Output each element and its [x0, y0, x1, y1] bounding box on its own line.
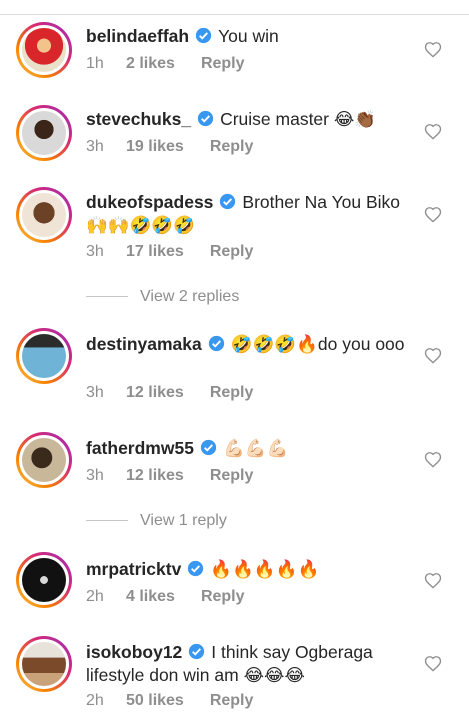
top-divider [0, 14, 469, 15]
timestamp: 1h [86, 55, 104, 72]
comment-text: belindaeffah You win [86, 25, 416, 48]
reply-button[interactable]: Reply [210, 692, 254, 710]
comment-meta: 3h 12 likes Reply [86, 467, 253, 485]
avatar[interactable] [16, 552, 72, 608]
comment-body: 🔥🔥🔥🔥🔥 [210, 559, 320, 579]
username[interactable]: fatherdmw55 [86, 438, 194, 458]
verified-badge-icon [208, 335, 224, 352]
heart-outline-icon[interactable] [424, 123, 442, 140]
verified-badge-icon [197, 110, 214, 127]
comment-text: destinyamaka 🤣🤣🤣🔥do you ooo [86, 333, 416, 356]
comment-meta: 3h 17 likes Reply [86, 243, 253, 261]
timestamp: 3h [86, 243, 104, 260]
timestamp: 3h [86, 138, 104, 155]
username[interactable]: mrpatricktv [86, 559, 181, 579]
comment-meta: 3h 19 likes Reply [86, 138, 253, 156]
username[interactable]: belindaeffah [86, 26, 189, 46]
reply-button[interactable]: Reply [210, 243, 254, 261]
username[interactable]: dukeofspadess [86, 192, 213, 212]
comment-body: 💪🏻💪🏻💪🏻 [222, 438, 289, 458]
avatar[interactable] [16, 636, 72, 692]
comment-text: mrpatricktv 🔥🔥🔥🔥🔥 [86, 558, 416, 581]
likes-count[interactable]: 19 likes [126, 138, 184, 156]
heart-outline-icon[interactable] [424, 451, 442, 468]
comment-body: 🤣🤣🤣🔥do you ooo [230, 334, 405, 354]
avatar[interactable] [16, 187, 72, 243]
verified-badge-icon [195, 27, 212, 44]
reply-divider-line [86, 520, 128, 522]
likes-count[interactable]: 12 likes [126, 467, 184, 485]
comment-meta: 2h 50 likes Reply [86, 692, 253, 710]
username[interactable]: stevechuks_ [86, 109, 191, 129]
comment-meta: 3h 12 likes Reply [86, 384, 253, 402]
view-replies-button[interactable]: View 2 replies [86, 288, 239, 306]
avatar[interactable] [16, 432, 72, 488]
reply-button[interactable]: Reply [210, 467, 254, 485]
heart-outline-icon[interactable] [424, 572, 442, 589]
comment-body: Cruise master 😂👏🏾 [220, 109, 377, 129]
username[interactable]: isokoboy12 [86, 642, 182, 662]
avatar[interactable] [16, 22, 72, 78]
username[interactable]: destinyamaka [86, 334, 202, 354]
comment-meta: 2h 4 likes Reply [86, 588, 245, 606]
heart-outline-icon[interactable] [424, 347, 442, 364]
comment-text: dukeofspadess Brother Na You Biko 🙌🙌🤣🤣🤣 [86, 191, 416, 237]
timestamp: 2h [86, 692, 104, 709]
verified-badge-icon [189, 643, 205, 660]
heart-outline-icon[interactable] [424, 655, 442, 672]
verified-badge-icon [200, 439, 217, 456]
reply-divider-line [86, 296, 128, 298]
view-replies-button[interactable]: View 1 reply [86, 512, 227, 530]
likes-count[interactable]: 4 likes [126, 588, 175, 606]
verified-badge-icon [220, 193, 236, 210]
reply-button[interactable]: Reply [210, 384, 254, 402]
view-replies-label: View 2 replies [140, 288, 240, 305]
likes-count[interactable]: 17 likes [126, 243, 184, 261]
view-replies-label: View 1 reply [140, 512, 227, 529]
likes-count[interactable]: 12 likes [126, 384, 184, 402]
timestamp: 3h [86, 467, 104, 484]
comment-text: isokoboy12 I think say Ogberaga lifestyle… [86, 641, 416, 687]
timestamp: 2h [86, 588, 104, 605]
likes-count[interactable]: 50 likes [126, 692, 184, 710]
comment-text: fatherdmw55 💪🏻💪🏻💪🏻 [86, 437, 416, 460]
heart-outline-icon[interactable] [424, 206, 442, 223]
comment-body: You win [218, 26, 279, 46]
avatar[interactable] [16, 105, 72, 161]
comment-text: stevechuks_ Cruise master 😂👏🏾 [86, 108, 416, 131]
reply-button[interactable]: Reply [201, 588, 245, 606]
likes-count[interactable]: 2 likes [126, 55, 175, 73]
verified-badge-icon [188, 560, 204, 577]
heart-outline-icon[interactable] [424, 41, 442, 58]
comment-meta: 1h 2 likes Reply [86, 55, 245, 73]
timestamp: 3h [86, 384, 104, 401]
reply-button[interactable]: Reply [210, 138, 254, 156]
reply-button[interactable]: Reply [201, 55, 245, 73]
avatar[interactable] [16, 328, 72, 384]
